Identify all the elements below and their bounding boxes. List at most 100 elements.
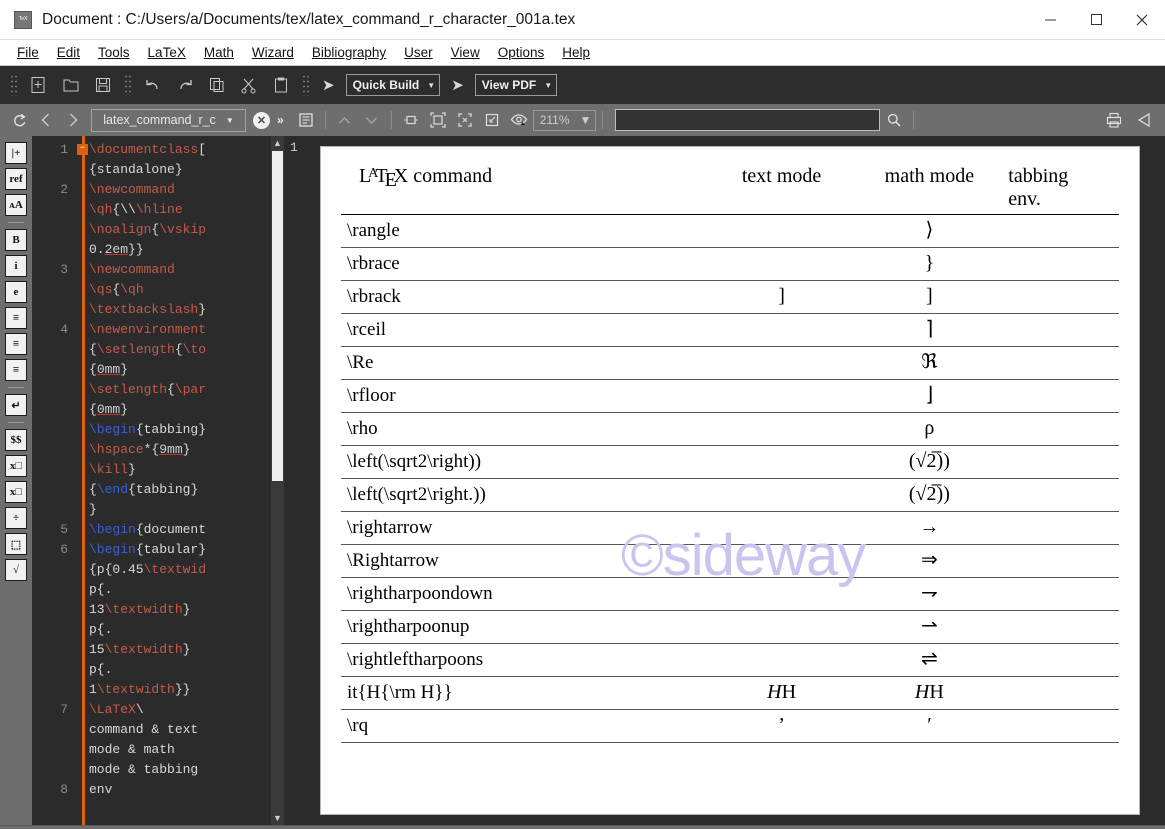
- fit-width-icon[interactable]: [398, 107, 424, 133]
- build-run-button[interactable]: ➤: [316, 76, 341, 94]
- header-text-mode: text mode: [706, 163, 855, 215]
- code-editor[interactable]: 1−2 3 4 5 6 7 8 \documentclass[{standalone} \ne…: [32, 136, 284, 825]
- paste-icon[interactable]: [266, 71, 296, 99]
- subscript-icon[interactable]: x□: [5, 455, 27, 477]
- pdf-viewer[interactable]: 1 ©sideway LATEX command text mode math …: [284, 136, 1165, 825]
- math-inline-icon[interactable]: $$: [5, 429, 27, 451]
- menu-user[interactable]: User: [395, 43, 442, 62]
- zoom-in-region-icon[interactable]: [479, 107, 505, 133]
- zoom-level-combo[interactable]: 211% ▼: [532, 109, 597, 131]
- newline-icon[interactable]: ↵: [5, 394, 27, 416]
- minimize-button[interactable]: [1027, 0, 1073, 40]
- search-icon[interactable]: [881, 107, 907, 133]
- toolbar-grip-2[interactable]: [124, 74, 132, 96]
- code-line: \qh{\\\hline: [89, 200, 269, 220]
- code-token: {: [89, 402, 97, 417]
- line-number: [32, 440, 74, 460]
- menu-wizard[interactable]: Wizard: [243, 43, 303, 62]
- close-button[interactable]: [1119, 0, 1165, 40]
- fold-marker[interactable]: −: [77, 144, 88, 155]
- code-text[interactable]: \documentclass[{standalone} \newcommand \q…: [85, 136, 271, 825]
- frac-box-icon[interactable]: ⬚: [5, 533, 27, 555]
- back-icon[interactable]: [33, 107, 59, 133]
- code-token: {: [167, 382, 175, 397]
- menu-tools[interactable]: Tools: [89, 43, 139, 62]
- pdf-search-input[interactable]: [615, 109, 881, 131]
- code-line: \documentclass[: [89, 140, 269, 160]
- code-line: {\end{tabbing}: [89, 480, 269, 500]
- code-token: \begin: [89, 422, 136, 437]
- fit-page-icon[interactable]: [425, 107, 451, 133]
- line-number: 3: [60, 262, 68, 277]
- insert-icon[interactable]: |+: [5, 142, 27, 164]
- open-folder-icon[interactable]: [56, 71, 86, 99]
- line-number: [32, 240, 74, 260]
- align-right-icon[interactable]: ≡: [5, 359, 27, 381]
- toolbar-grip[interactable]: [10, 74, 18, 96]
- print-icon[interactable]: [1101, 107, 1127, 133]
- share-icon[interactable]: [1131, 107, 1157, 133]
- zoom-out-region-icon[interactable]: [452, 107, 478, 133]
- menu-help[interactable]: Help: [553, 43, 599, 62]
- row-text-mode: HH: [706, 676, 855, 710]
- line-number: 6: [60, 542, 68, 557]
- row-command: \rightarrow: [341, 511, 707, 545]
- build-profile-combo[interactable]: Quick Build ▼: [345, 74, 441, 96]
- editor-scrollbar[interactable]: ▲ ▼: [271, 136, 284, 825]
- align-left-icon[interactable]: ≡: [5, 307, 27, 329]
- refresh-icon[interactable]: [6, 107, 32, 133]
- close-tab-button[interactable]: ✕: [253, 111, 270, 129]
- scroll-down-arrow[interactable]: ▼: [273, 811, 282, 825]
- scrollbar-thumb[interactable]: [272, 151, 283, 481]
- align-center-icon[interactable]: ≡: [5, 333, 27, 355]
- bold-icon[interactable]: B: [5, 229, 27, 251]
- code-token: }: [198, 302, 207, 317]
- emphasis-icon[interactable]: e: [5, 281, 27, 303]
- row-tabbing-env: [1002, 247, 1119, 281]
- row-tabbing-env: [1002, 643, 1119, 677]
- forward-icon[interactable]: [60, 107, 86, 133]
- menu-edit[interactable]: Edit: [48, 43, 89, 62]
- scroll-up-arrow[interactable]: ▲: [273, 136, 282, 150]
- row-tabbing-env: [1002, 214, 1119, 248]
- redo-icon[interactable]: [170, 71, 200, 99]
- menu-math[interactable]: Math: [195, 43, 243, 62]
- italic-icon[interactable]: i: [5, 255, 27, 277]
- copy-icon[interactable]: [202, 71, 232, 99]
- superscript-icon[interactable]: x□: [5, 481, 27, 503]
- cut-icon[interactable]: [234, 71, 264, 99]
- menu-bibliography[interactable]: Bibliography: [303, 43, 395, 62]
- code-token: \setlength: [96, 342, 175, 357]
- menu-view[interactable]: View: [442, 43, 489, 62]
- sqrt-icon[interactable]: √: [5, 559, 27, 581]
- new-file-icon[interactable]: [24, 71, 54, 99]
- menu-latex[interactable]: LaTeX: [139, 43, 195, 62]
- fraction-icon[interactable]: ÷: [5, 507, 27, 529]
- save-icon[interactable]: [88, 71, 118, 99]
- page-down-icon[interactable]: [359, 107, 385, 133]
- code-token: \qs: [89, 282, 113, 297]
- open-file-label: latex_command_r_c: [103, 113, 216, 127]
- menu-file[interactable]: File: [8, 43, 48, 62]
- menu-options[interactable]: Options: [489, 43, 554, 62]
- view-run-button[interactable]: ➤: [445, 76, 470, 94]
- view-profile-combo[interactable]: View PDF ▼: [474, 74, 558, 96]
- overflow-button[interactable]: »: [277, 113, 284, 127]
- page-up-icon[interactable]: [332, 107, 358, 133]
- font-size-icon[interactable]: ᴀA: [5, 194, 27, 216]
- code-token: \begin: [89, 522, 136, 537]
- chevron-down-icon-4: ▼: [579, 113, 592, 127]
- code-token: env: [89, 782, 113, 797]
- reference-icon[interactable]: ref: [5, 168, 27, 190]
- undo-icon[interactable]: [138, 71, 168, 99]
- preview-eye-icon[interactable]: [506, 107, 532, 133]
- maximize-button[interactable]: [1073, 0, 1119, 40]
- toolbar-separator-2: [390, 111, 392, 129]
- list-icon[interactable]: [293, 107, 319, 133]
- toolbar-grip-3[interactable]: [302, 74, 310, 96]
- table-header-row: LATEX command text mode math mode tabbin…: [341, 163, 1119, 215]
- row-math-mode: ⟩: [854, 214, 1003, 248]
- row-text-mode: [706, 379, 855, 413]
- row-math-mode: ρ: [854, 412, 1003, 446]
- open-file-tab[interactable]: latex_command_r_c ▼: [91, 108, 246, 132]
